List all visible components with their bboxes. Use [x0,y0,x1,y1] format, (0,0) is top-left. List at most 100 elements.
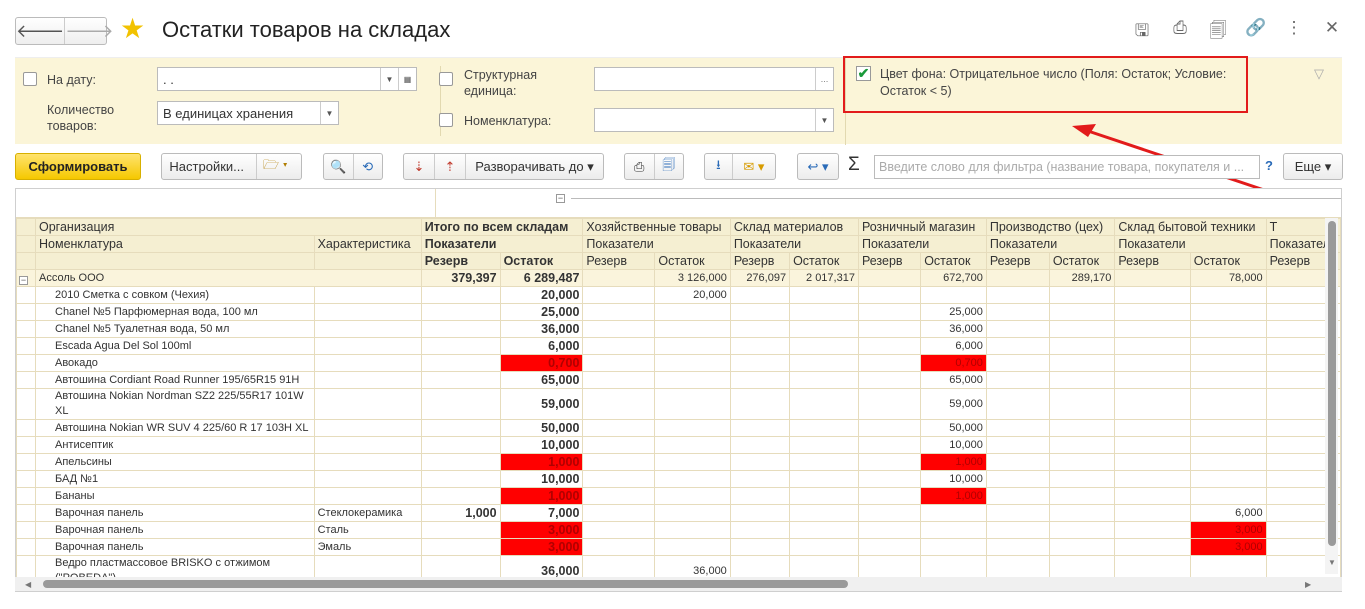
table-cell [420,487,501,505]
chevron-down-icon[interactable]: ▼ [380,68,398,90]
scroll-left-icon[interactable]: ◀ [25,580,31,589]
table-row[interactable]: Авокадо 0,700 0,700 [16,354,1341,372]
row-name[interactable]: Бананы [35,487,315,505]
undo-button[interactable]: ↩ ▾ [797,153,839,180]
report-spreadsheet[interactable]: − Организация Итого по всем складам Хозяйс… [15,188,1342,592]
table-row[interactable]: Варочная панель Сталь 3,000 3,000 [16,521,1341,539]
horizontal-scrollbar[interactable]: ◀ ▶ [15,577,1342,591]
collapse-icon[interactable]: − [556,194,565,203]
chevron-down-icon[interactable]: ▼ [815,109,833,131]
collapse-group-icon[interactable]: − [19,276,28,285]
row-name[interactable]: Варочная панель [35,538,315,556]
table-row[interactable]: Варочная панель Стеклокерамика 1,000 7,000 6… [16,504,1341,522]
table-row[interactable]: БАД №1 10,000 10,000 [16,470,1341,488]
table-row[interactable]: Автошина Cordiant Road Runner 195/65R15 … [16,371,1341,389]
variant-folder-icon[interactable]: 🗁 ▾ [257,156,294,178]
vertical-scrollbar[interactable]: ▼ [1325,218,1338,574]
download-icon[interactable]: ⭳ [705,156,732,178]
qty-select[interactable]: В единицах хранения ▼ [157,101,339,125]
table-cell: 3,000 [1189,521,1267,539]
link-icon[interactable]: 🔗 [1245,18,1267,47]
table-row[interactable]: Автошина Nokian WR SUV 4 225/60 R 17 103… [16,419,1341,437]
table-row[interactable]: Автошина Nokian Nordman SZ2 225/55R17 10… [16,388,1341,420]
row-name[interactable]: 2010 Сметка с совком (Чехия) [35,286,315,304]
row-name[interactable]: Chanel №5 Туалетная вода, 50 мл [35,320,315,338]
table-row[interactable]: Антисептик 10,000 10,000 [16,436,1341,454]
table-cell [1114,470,1191,488]
back-button[interactable]: 🡐 [16,18,66,44]
chevron-down-icon[interactable]: ▼ [320,102,338,124]
blank-header [35,252,315,270]
row-name[interactable]: Chanel №5 Парфюмерная вода, 100 мл [35,303,315,321]
date-input[interactable]: . . ▼ ▦ [157,67,417,91]
table-row[interactable]: Апельсины 1,000 1,000 [16,453,1341,471]
row-name[interactable]: БАД №1 [35,470,315,488]
table-cell [1114,436,1191,454]
date-value: . . [163,72,174,87]
forward-button[interactable]: 🡒 [65,18,113,44]
filter-funnel-icon[interactable]: ▽ [1314,66,1324,82]
search-icon[interactable]: 🔍 [324,159,353,175]
table-cell [582,320,656,338]
table-cell [582,453,656,471]
row-name[interactable]: Варочная панель [35,521,315,539]
mail-icon[interactable]: ✉ ▾ [733,159,775,175]
tree-column [16,504,36,522]
table-cell [985,436,1050,454]
row-name[interactable]: Апельсины [35,453,315,471]
save-icon[interactable]: 🖫 [1131,18,1153,47]
nom-input[interactable]: ▼ [594,108,834,132]
warehouse-header: Производство (цех) [985,218,1116,236]
search-next-icon[interactable]: ⟲ [354,159,383,175]
table-row[interactable]: Chanel №5 Туалетная вода, 50 мл 36,000 36,… [16,320,1341,338]
print-icon[interactable]: ⎙ [1169,18,1191,47]
sort-asc-icon[interactable]: ⇡ [435,159,465,175]
scroll-down-icon[interactable]: ▼ [1328,558,1336,567]
ellipsis-icon[interactable]: … [815,68,833,90]
row-name[interactable]: Варочная панель [35,504,315,522]
table-cell [1048,354,1116,372]
struct-input[interactable]: … [594,67,834,91]
favorite-star-icon[interactable]: ★ [120,14,145,44]
vertical-scroll-thumb[interactable] [1328,221,1336,546]
more-icon[interactable]: ⋮ [1283,18,1305,47]
table-row[interactable]: Chanel №5 Парфюмерная вода, 100 мл 25,000… [16,303,1341,321]
char-header[interactable]: Характеристика [313,235,422,253]
table-row[interactable]: 2010 Сметка с совком (Чехия) 20,000 20,000 [16,286,1341,304]
table-row[interactable]: Варочная панель Эмаль 3,000 3,000 [16,538,1341,556]
table-cell [1048,538,1116,556]
generate-button[interactable]: Сформировать [15,153,141,180]
table-cell [582,538,656,556]
sum-icon[interactable]: Σ [848,154,860,176]
row-name[interactable]: Антисептик [35,436,315,454]
row-name[interactable]: Автошина Nokian WR SUV 4 225/60 R 17 103… [35,419,315,437]
condition-checkbox[interactable]: ✔ [856,66,871,81]
org-header[interactable]: Организация [35,218,422,236]
close-icon[interactable]: ✕ [1321,18,1343,47]
table-row[interactable]: Escada Agua Del Sol 100ml 6,000 6,000 [16,337,1341,355]
expand-to-button[interactable]: Разворачивать до ▾ [466,159,603,175]
settings-button[interactable]: Настройки... 🗁 ▾ [161,153,302,180]
nom-checkbox[interactable] [439,113,453,127]
table-cell: 0,700 [920,354,987,372]
nom-header[interactable]: Номенклатура [35,235,315,253]
row-name[interactable]: Автошина Cordiant Road Runner 195/65R15 … [35,371,315,389]
row-name[interactable]: Авокадо [35,354,315,372]
print-icon[interactable]: ⎙ [625,159,654,175]
sort-desc-icon[interactable]: ⇣ [404,159,434,175]
preview-icon[interactable]: 🗐 [1207,18,1229,47]
table-row[interactable]: Бананы 1,000 1,000 [16,487,1341,505]
calendar-icon[interactable]: ▦ [398,68,416,90]
struct-checkbox[interactable] [439,72,453,86]
preview-icon[interactable]: 🗐 [655,156,684,178]
row-name[interactable]: Автошина Nokian Nordman SZ2 225/55R17 10… [35,388,315,420]
search-input[interactable]: Введите слово для фильтра (название това… [874,155,1260,179]
date-checkbox[interactable] [23,72,37,86]
help-icon[interactable]: ? [1265,158,1273,173]
table-cell [729,320,791,338]
more-button[interactable]: Еще ▾ [1283,153,1343,180]
group-name[interactable]: Ассоль ООО [35,269,422,287]
row-name[interactable]: Escada Agua Del Sol 100ml [35,337,315,355]
horizontal-scroll-thumb[interactable] [43,580,848,588]
scroll-right-icon[interactable]: ▶ [1305,580,1311,589]
